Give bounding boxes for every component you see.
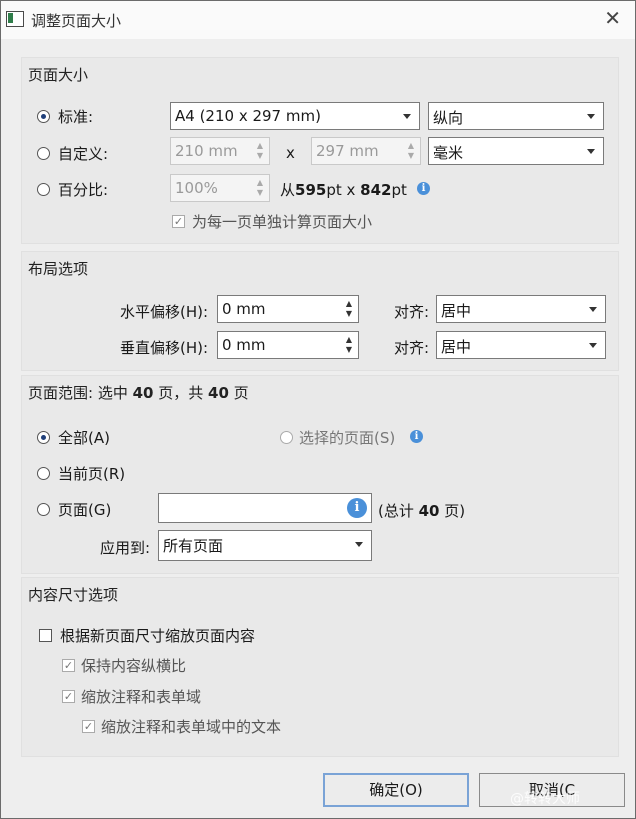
scale-annot-label: 缩放注释和表单域 [81,688,202,706]
align-v-select[interactable]: 居中 [436,331,606,359]
custom-label: 自定义: [58,145,109,163]
apply-to-label: 应用到: [100,539,151,557]
standard-radio[interactable] [37,110,50,123]
app-icon [6,11,24,27]
content-size-heading: 内容尺寸选项 [28,586,119,604]
align-v-label: 对齐: [394,339,430,357]
spinner-icon: ▲ ▼ [345,299,353,318]
window-title: 调整页面大小 [31,12,122,30]
percent-stepper[interactable]: 100% ▲ ▼ [170,174,270,202]
apply-to-value: 所有页面 [163,537,224,555]
resize-pages-dialog: 调整页面大小 ✕ 页面大小 标准: A4 (210 x 297 mm) 纵向 自… [0,0,636,819]
v-offset-label: 垂直偏移(H): [120,339,209,357]
chevron-down-icon [587,114,595,119]
spinner-icon: ▲ ▼ [256,141,264,160]
page-size-section: 页面大小 标准: A4 (210 x 297 mm) 纵向 自定义: 210 m… [21,57,619,244]
apply-to-select[interactable]: 所有页面 [158,530,372,561]
selected-pages-radio[interactable] [280,431,293,444]
content-size-section: 内容尺寸选项 根据新页面尺寸缩放页面内容 ✓ 保持内容纵横比 ✓ 缩放注释和表单… [21,577,619,757]
page-range-section: 页面范围: 选中 40 页，共 40 页 全部(A) 选择的页面(S) i 当前… [21,375,619,574]
scale-annot-text-checkbox[interactable]: ✓ [82,720,95,733]
info-icon[interactable]: i [410,430,423,443]
scale-content-checkbox[interactable] [39,629,52,642]
spinner-icon: ▲ ▼ [407,141,415,160]
layout-section: 布局选项 水平偏移(H): 0 mm ▲ ▼ 对齐: 居中 垂直偏移(H): 0 … [21,251,619,371]
height-stepper[interactable]: 297 mm ▲ ▼ [311,137,421,165]
chevron-down-icon [355,542,363,547]
height-value: 297 mm [316,142,379,160]
h-offset-stepper[interactable]: 0 mm ▲ ▼ [217,295,359,323]
pages-label: 页面(G) [58,501,112,519]
info-icon[interactable]: i [417,182,430,195]
selected-pages-label: 选择的页面(S) [299,429,396,447]
times-label: x [286,144,295,162]
align-h-label: 对齐: [394,303,430,321]
scale-annot-checkbox[interactable]: ✓ [62,690,75,703]
align-v-value: 居中 [441,338,472,356]
unit-select[interactable]: 毫米 [428,137,604,165]
info-icon[interactable]: i [347,498,367,518]
current-page-radio[interactable] [37,467,50,480]
original-size-text: 从595pt x 842pt [280,181,407,199]
orientation-value: 纵向 [433,109,464,127]
percent-value: 100% [175,179,218,197]
watermark: @转转大师 [510,791,580,807]
align-h-select[interactable]: 居中 [436,295,606,323]
align-h-value: 居中 [441,302,472,320]
current-page-label: 当前页(R) [58,465,126,483]
orientation-select[interactable]: 纵向 [428,102,604,130]
scale-annot-text-label: 缩放注释和表单域中的文本 [101,718,282,736]
standard-size-select[interactable]: A4 (210 x 297 mm) [170,102,420,130]
all-pages-radio[interactable] [37,431,50,444]
custom-radio[interactable] [37,147,50,160]
spinner-icon: ▲ ▼ [345,335,353,354]
page-range-heading: 页面范围: 选中 40 页，共 40 页 [28,384,249,402]
h-offset-value: 0 mm [222,300,266,318]
pages-radio[interactable] [37,503,50,516]
keep-ratio-label: 保持内容纵横比 [81,657,187,675]
all-pages-label: 全部(A) [58,429,110,447]
percent-label: 百分比: [58,181,109,199]
chevron-down-icon [587,149,595,154]
standard-label: 标准: [58,108,94,126]
pages-input[interactable]: i [158,493,372,523]
v-offset-stepper[interactable]: 0 mm ▲ ▼ [217,331,359,359]
h-offset-label: 水平偏移(H): [120,303,209,321]
unit-value: 毫米 [433,144,464,162]
percent-radio[interactable] [37,183,50,196]
width-value: 210 mm [175,142,238,160]
keep-ratio-checkbox[interactable]: ✓ [62,659,75,672]
standard-size-value: A4 (210 x 297 mm) [175,107,321,125]
chevron-down-icon [403,114,411,119]
spinner-icon: ▲ ▼ [256,178,264,197]
page-size-heading: 页面大小 [28,66,89,84]
scale-content-label: 根据新页面尺寸缩放页面内容 [60,627,256,645]
total-pages-text: (总计 40 页) [378,502,466,520]
chevron-down-icon [589,307,597,312]
each-page-label: 为每一页单独计算页面大小 [192,213,373,231]
width-stepper[interactable]: 210 mm ▲ ▼ [170,137,270,165]
ok-button[interactable]: 确定(O) [323,773,469,807]
layout-heading: 布局选项 [28,260,89,278]
close-icon[interactable]: ✕ [604,8,621,28]
chevron-down-icon [589,343,597,348]
title-bar: 调整页面大小 ✕ [1,1,635,39]
each-page-checkbox[interactable]: ✓ [172,215,185,228]
v-offset-value: 0 mm [222,336,266,354]
